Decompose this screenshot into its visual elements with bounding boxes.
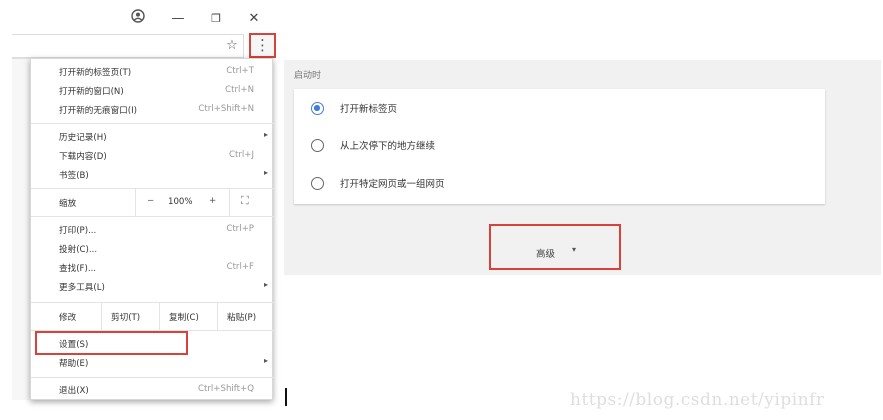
menu-item-bookmarks[interactable]: 书签(B) ▸: [31, 166, 274, 185]
menu-item-shortcut: Ctrl+T: [226, 66, 254, 76]
submenu-arrow-icon: ▸: [263, 130, 268, 139]
startup-option-specific-pages[interactable]: 打开特定网页或一组网页: [294, 169, 825, 197]
menu-item-more-tools[interactable]: 更多工具(L) ▸: [31, 278, 274, 297]
menu-item-shortcut: Ctrl+Shift+N: [198, 104, 254, 114]
startup-card: 打开新标签页 从上次停下的地方继续 打开特定网页或一组网页: [294, 89, 825, 204]
menu-item-label: 打印(P)...: [59, 226, 97, 236]
menu-item-label: 退出(X): [59, 386, 89, 396]
zoom-divider: [135, 189, 136, 216]
startup-option-label: 从上次停下的地方继续: [340, 141, 436, 152]
submenu-arrow-icon: ▸: [263, 280, 268, 289]
startup-option-label: 打开新标签页: [340, 104, 398, 115]
edit-divider: [217, 303, 218, 330]
profile-icon[interactable]: [128, 9, 148, 29]
menu-item-shortcut: Ctrl+J: [228, 150, 254, 160]
chevron-down-icon[interactable]: ▾: [572, 245, 576, 254]
menu-item-label: 打开新的无痕窗口(I): [59, 106, 137, 116]
zoom-divider: [229, 189, 230, 216]
menu-item-history[interactable]: 历史记录(H) ▸: [31, 128, 274, 147]
copy-button[interactable]: 复制(C): [169, 311, 199, 323]
zoom-level: 100%: [168, 197, 193, 207]
radio-unchecked[interactable]: [311, 139, 324, 152]
advanced-button[interactable]: 高级: [536, 246, 555, 260]
edit-divider: [159, 303, 160, 330]
cut-button[interactable]: 剪切(T): [111, 311, 140, 323]
title-bar: — ❐ ✕: [0, 0, 278, 34]
menu-edit-row: 修改 剪切(T) 复制(C) 粘贴(P): [31, 303, 274, 330]
submenu-arrow-icon: ▸: [263, 168, 268, 177]
paste-button[interactable]: 粘贴(P): [227, 311, 256, 323]
menu-item-label: 帮助(E): [59, 359, 89, 369]
radio-unchecked[interactable]: [311, 177, 324, 190]
menu-item-exit[interactable]: 退出(X) Ctrl+Shift+Q: [31, 381, 274, 400]
menu-separator: [31, 377, 274, 378]
menu-item-new-window[interactable]: 打开新的窗口(N) Ctrl+N: [31, 82, 274, 101]
minimize-button[interactable]: —: [168, 9, 188, 29]
menu-item-label: 投射(C)...: [59, 245, 98, 255]
menu-item-label: 打开新的窗口(N): [59, 87, 124, 97]
menu-item-shortcut: Ctrl+P: [226, 224, 254, 234]
settings-highlight: [35, 331, 188, 355]
startup-option-continue[interactable]: 从上次停下的地方继续: [294, 131, 825, 159]
address-bar[interactable]: [12, 34, 244, 58]
watermark: https://blog.csdn.net/yipinfr: [570, 390, 825, 410]
edit-label: 修改: [59, 313, 77, 323]
menu-item-shortcut: Ctrl+N: [225, 85, 254, 95]
menu-separator: [31, 123, 274, 124]
startup-option-label: 打开特定网页或一组网页: [340, 179, 445, 190]
zoom-in-button[interactable]: +: [209, 196, 216, 206]
menu-item-label: 历史记录(H): [59, 133, 107, 143]
menu-item-shortcut: Ctrl+Shift+Q: [198, 384, 254, 394]
zoom-out-button[interactable]: −: [147, 196, 154, 206]
menu-item-label: 查找(F)...: [59, 264, 97, 274]
page-left-edge: [12, 58, 30, 400]
menu-item-incognito[interactable]: 打开新的无痕窗口(I) Ctrl+Shift+N: [31, 101, 274, 120]
bookmark-star-icon[interactable]: ☆: [223, 36, 241, 56]
menu-item-find[interactable]: 查找(F)... Ctrl+F: [31, 259, 274, 278]
menu-item-label: 书签(B): [59, 171, 89, 181]
menu-item-cast[interactable]: 投射(C)...: [31, 240, 274, 259]
menu-item-downloads[interactable]: 下载内容(D) Ctrl+J: [31, 147, 274, 166]
submenu-arrow-icon: ▸: [263, 356, 268, 365]
startup-section-label: 启动时: [294, 71, 322, 81]
menu-item-shortcut: Ctrl+F: [226, 262, 254, 272]
fullscreen-icon[interactable]: ⛶: [241, 194, 249, 208]
menu-zoom-row: 缩放 − 100% + ⛶: [31, 189, 274, 216]
menu-separator: [31, 216, 274, 217]
account-circle-icon: [131, 9, 145, 23]
menu-item-label: 下载内容(D): [59, 152, 107, 162]
edit-divider: [101, 303, 102, 330]
menu-item-label: 打开新的标签页(T): [59, 68, 132, 78]
startup-option-new-tab[interactable]: 打开新标签页: [294, 94, 825, 122]
text-cursor: [285, 388, 287, 406]
radio-checked[interactable]: [311, 102, 324, 115]
close-button[interactable]: ✕: [244, 9, 264, 29]
restore-button[interactable]: ❐: [206, 9, 226, 29]
menu-item-print[interactable]: 打印(P)... Ctrl+P: [31, 221, 274, 240]
main-menu-button[interactable]: ⋮: [249, 33, 276, 58]
menu-item-help[interactable]: 帮助(E) ▸: [31, 354, 274, 373]
menu-item-new-tab[interactable]: 打开新的标签页(T) Ctrl+T: [31, 63, 274, 82]
zoom-label: 缩放: [59, 199, 77, 209]
menu-item-label: 更多工具(L): [59, 283, 105, 293]
